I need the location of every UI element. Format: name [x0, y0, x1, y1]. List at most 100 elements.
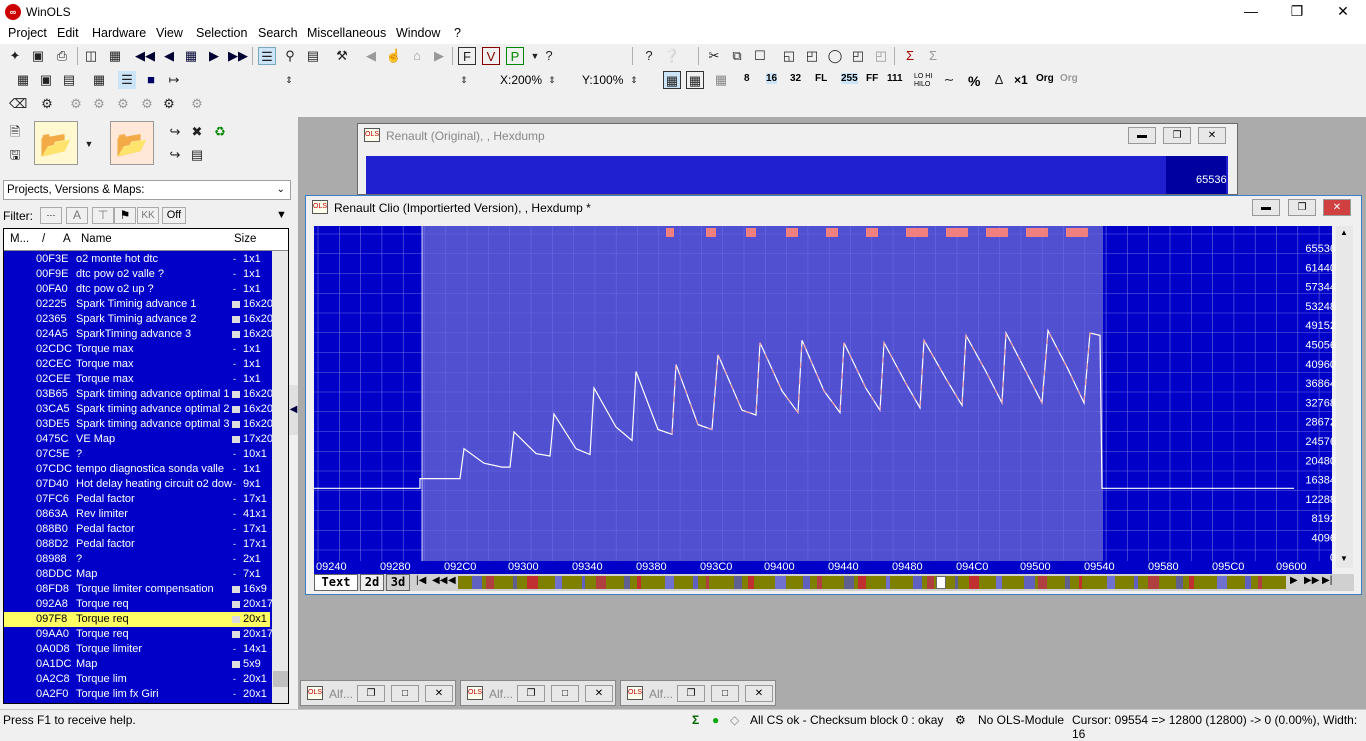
col-size[interactable]: Size [234, 233, 256, 245]
collapse-panel-icon[interactable]: ◀ [289, 385, 298, 435]
hex-grid2-icon[interactable]: ▦ [686, 71, 704, 89]
filter-type-icon[interactable]: ⊤ [92, 207, 114, 224]
menu-help[interactable]: ? [454, 26, 461, 40]
tool3-icon[interactable]: ⚙ [114, 95, 132, 113]
table-row[interactable]: 092A8 Torque req 20x17 [4, 597, 273, 612]
spin-icon[interactable]: ⇕ [455, 71, 473, 89]
bits-16-button[interactable]: 16 [766, 73, 778, 84]
table-row[interactable]: 03DE5 Spark timing advance optimal 3 16x20 [4, 417, 273, 432]
tool6-icon[interactable]: ⚙ [188, 95, 206, 113]
table-row[interactable]: 00FA0 dtc pow o2 up ? -1x1 [4, 282, 270, 297]
table-row[interactable]: 08988? -2x1 [4, 552, 270, 567]
save-icon[interactable]: 🖫 [6, 146, 24, 164]
connect-icon[interactable]: ⚙ [38, 95, 56, 113]
table-row[interactable]: 0A1DC Map 5x9 [4, 657, 270, 672]
table-row[interactable]: 0A2C8 Torque lim -20x1 [4, 672, 270, 687]
find-icon[interactable]: ⚲ [281, 47, 299, 65]
map-delete-icon[interactable]: ◯ [826, 47, 844, 65]
restore-button[interactable]: ❐ [357, 685, 385, 702]
checksum-off-icon[interactable]: Σ [924, 47, 942, 65]
hex-grid-icon[interactable]: ▦ [663, 71, 681, 89]
tool4-icon[interactable]: ⚙ [138, 95, 156, 113]
col-address[interactable]: A [63, 233, 71, 245]
chart3-icon[interactable]: ▤ [60, 71, 78, 89]
scrollbar[interactable] [272, 251, 288, 703]
table-row[interactable]: 024A5 SparkTiming advance 3 16x20 [4, 327, 273, 342]
binary-button[interactable]: 111 [887, 73, 903, 84]
paste-icon[interactable]: ☐ [751, 47, 769, 65]
signed-icon[interactable]: ∼ [940, 71, 958, 89]
zoom-y-spin[interactable]: ⇕ [625, 71, 643, 89]
percent-button[interactable]: % [968, 73, 980, 89]
table-row[interactable]: 00F9E dtc pow o2 valle ? -1x1 [4, 267, 270, 282]
table-row[interactable]: 07CDC tempo diagnostica sonda valle -1x1 [4, 462, 270, 477]
tool2-icon[interactable]: ⚙ [90, 95, 108, 113]
info-icon[interactable]: ? [640, 47, 658, 65]
hexdump-graph[interactable]: 65536 61440 57344 53248 49152 45056 40960 36864… [314, 226, 1344, 578]
menu-miscellaneous[interactable]: Miscellaneous [307, 26, 386, 40]
tile-icon[interactable]: ▦ [106, 47, 124, 65]
maximize-button[interactable]: □ [391, 685, 419, 702]
table-row[interactable]: 07FC6 Pedal factor -17x1 [4, 492, 270, 507]
list-icon[interactable]: ☰ [258, 47, 276, 65]
chart4-icon[interactable]: ▦ [90, 71, 108, 89]
wand-icon[interactable]: ✦ [6, 47, 24, 65]
scroll-up-icon[interactable]: ▲ [1340, 228, 1348, 237]
window-title-clio[interactable]: OLS Renault Clio (Importierted Version),… [306, 196, 1361, 220]
delta-icon[interactable]: Δ [990, 71, 1008, 89]
minimize-icon[interactable]: — [1228, 0, 1274, 24]
tab-2d[interactable]: 2d [360, 574, 384, 591]
new-file-icon[interactable]: 🗎 [6, 123, 24, 141]
zoom-x-spin[interactable]: ⇕ [543, 71, 561, 89]
scrollbar-thumb[interactable] [273, 671, 288, 687]
eraser-icon[interactable]: ⌫ [9, 95, 27, 113]
lohi-button[interactable]: LO HI HILO [914, 73, 936, 89]
filter-kk-icon[interactable]: KK [137, 207, 159, 224]
maximize-button[interactable]: ❐ [1288, 199, 1316, 216]
table-row[interactable]: 03B65 Spark timing advance optimal 1 16x20 [4, 387, 273, 402]
checksum-icon[interactable]: Σ [901, 47, 919, 65]
bits-32-button[interactable]: 32 [790, 73, 801, 84]
view-text-icon[interactable]: ☰ [118, 71, 136, 89]
minimize-button[interactable]: ▬ [1128, 127, 1156, 144]
dec-255-button[interactable]: 255 [841, 73, 858, 84]
view-block-icon[interactable]: ■ [142, 71, 160, 89]
filter-off-button[interactable]: Off [162, 207, 186, 224]
map-disabled-icon[interactable]: ◰ [872, 47, 890, 65]
table-row[interactable]: 02CDC Torque max -1x1 [4, 342, 270, 357]
hand-icon[interactable]: ☝ [385, 47, 403, 65]
help-question-icon[interactable]: ? [540, 47, 558, 65]
prev-page-icon[interactable]: ◀ [448, 575, 456, 586]
form-p-icon[interactable]: P [506, 47, 524, 65]
table-row[interactable]: 02365 Spark Timinig advance 2 16x20 [4, 312, 273, 327]
hexdump-area-original[interactable]: 65536 [366, 156, 1228, 194]
tool5-icon[interactable]: ⚙ [160, 95, 178, 113]
form-f-icon[interactable]: F [458, 47, 476, 65]
table-row[interactable]: 0863A Rev limiter -41x1 [4, 507, 270, 522]
vertical-scrollbar[interactable]: ▲ ▼ [1336, 226, 1353, 568]
menu-window[interactable]: Window [396, 26, 440, 40]
prev-fast-icon[interactable]: ◀◀ [432, 575, 447, 586]
filter-menu-icon[interactable]: ▼ [276, 209, 287, 221]
dropdown-arrow-icon[interactable]: ▼ [80, 135, 98, 153]
next-icon[interactable]: ▶ [205, 47, 223, 65]
window-title-original[interactable]: OLS Renault (Original), , Hexdump [358, 124, 1237, 148]
exit-icon[interactable]: ↪ [166, 146, 184, 164]
maximize-button[interactable]: □ [711, 685, 739, 702]
forward-icon[interactable]: ▶ [430, 47, 448, 65]
grid-icon[interactable]: ▦ [182, 47, 200, 65]
menu-selection[interactable]: Selection [196, 26, 247, 40]
overview-thumb[interactable] [936, 576, 946, 589]
print-icon[interactable]: ⎙ [53, 47, 71, 65]
hex-ff-button[interactable]: FF [866, 73, 878, 84]
minimized-window-3[interactable]: OLS Alf... ❐ □ ✕ [620, 680, 776, 706]
tab-3d[interactable]: 3d [386, 574, 410, 591]
window-icon[interactable]: ◫ [82, 47, 100, 65]
table-row[interactable]: 02225 Spark Timinig advance 1 16x20 [4, 297, 273, 312]
close-button[interactable]: ✕ [1198, 127, 1226, 144]
filter-a-icon[interactable]: A [66, 207, 88, 224]
prev-icon[interactable]: ◀ [160, 47, 178, 65]
home-icon[interactable]: ⌂ [408, 47, 426, 65]
first-icon[interactable]: ◀◀ [135, 47, 155, 65]
close-button[interactable]: ✕ [1323, 199, 1351, 216]
